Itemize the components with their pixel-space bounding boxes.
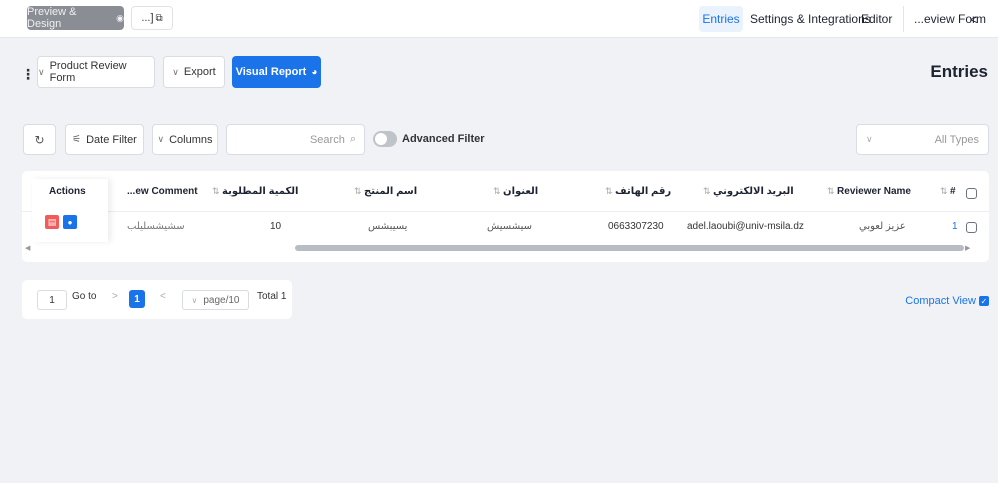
column-header-actions: Actions <box>49 186 86 197</box>
export-button[interactable]: ∨ Export <box>163 56 225 88</box>
form-selector-label: Product Review Form <box>49 60 127 84</box>
visual-report-label: Visual Report <box>235 66 307 78</box>
sort-icon: ⇅ <box>212 186 223 196</box>
columns-label: Columns <box>169 133 213 146</box>
refresh-button[interactable]: ↻ <box>23 124 56 155</box>
search-icon: ⌕ <box>349 133 356 145</box>
copy-icon: ⧉ <box>155 12 163 24</box>
scrollbar-thumb[interactable] <box>295 245 964 251</box>
copy-shortcode-button[interactable]: ...] ⧉ <box>131 6 173 30</box>
next-page-icon[interactable]: > <box>112 291 118 302</box>
total-count: Total 1 <box>257 291 287 302</box>
scroll-right-arrow-icon[interactable]: ▶ <box>965 244 970 252</box>
scroll-left-arrow-icon[interactable]: ◀ <box>25 244 30 252</box>
entries-table: ...ew Comment ⇅ الكمية المطلوبة ⇅ اسم ال… <box>22 171 989 262</box>
tab-settings-integrations[interactable]: Settings & Integrations <box>750 6 871 32</box>
column-header-phone[interactable]: ⇅ رقم الهاتف <box>605 186 671 197</box>
compact-view-toggle[interactable]: Compact View ✓ <box>905 295 989 307</box>
sort-icon: ⇅ <box>940 186 951 196</box>
eye-icon: ◉ <box>116 12 124 23</box>
column-header-product[interactable]: ⇅ اسم المنتج <box>354 186 417 197</box>
check-icon: ✓ <box>979 296 989 306</box>
cell-product: يسيبشس <box>368 221 408 232</box>
view-entry-button[interactable]: ● <box>63 215 77 229</box>
date-filter-button[interactable]: ⚟ Date Filter <box>65 124 144 155</box>
back-chevron-icon[interactable]: < <box>970 6 978 32</box>
chevron-down-icon: ∨ <box>157 134 165 144</box>
column-header-id[interactable]: ⇅ # <box>940 186 956 197</box>
preview-design-label: Preview & Design <box>27 6 77 30</box>
cell-quantity: 10 <box>270 221 282 232</box>
preview-design-button[interactable]: Preview & Design ◉ <box>27 6 124 30</box>
nav-divider <box>903 6 904 32</box>
header-divider <box>22 211 989 212</box>
top-bar: Preview & Design ◉ ...] ⧉ Entries Settin… <box>0 0 998 38</box>
search-placeholder: Search <box>309 133 345 146</box>
column-header-email[interactable]: ⇅ البريد الالكتروني <box>703 186 794 197</box>
type-select-placeholder: All Types <box>934 133 979 146</box>
sort-icon: ⇅ <box>605 186 616 196</box>
advanced-filter-control: Advanced Filter <box>373 131 485 147</box>
actions-column: Actions ▤ ● <box>32 179 108 242</box>
cell-comment: سشيشسليلب <box>127 221 185 232</box>
select-all-checkbox[interactable] <box>966 188 977 199</box>
chevron-down-icon: ∨ <box>191 295 198 305</box>
column-header-comment[interactable]: ...ew Comment <box>127 186 198 197</box>
chevron-down-icon: ∨ <box>866 134 873 144</box>
sort-icon: ⇅ <box>703 186 714 196</box>
delete-entry-button[interactable]: ▤ <box>45 215 59 229</box>
chevron-down-icon: ∨ <box>172 66 179 77</box>
cell-phone: 0663307230 <box>608 221 664 232</box>
pie-chart-icon: ◕ <box>311 66 318 78</box>
chevron-down-icon: ∨ <box>38 66 45 77</box>
more-options-icon[interactable]: ⋮ <box>21 66 35 83</box>
export-label: Export <box>183 66 216 78</box>
search-input[interactable]: Search ⌕ <box>226 124 365 155</box>
column-header-address[interactable]: ⇅ العنوان <box>493 186 538 197</box>
trash-icon: ▤ <box>47 216 57 227</box>
cell-email: adel.laoubi@univ-msila.dz <box>687 221 804 232</box>
cell-reviewer: عزيز لعوبي <box>859 221 906 232</box>
advanced-filter-label: Advanced Filter <box>402 133 485 145</box>
cell-address: سيشسيش <box>487 221 533 232</box>
advanced-filter-toggle[interactable] <box>373 131 397 147</box>
page-title: Entries <box>930 62 988 81</box>
column-header-quantity[interactable]: ⇅ الكمية المطلوبة <box>212 186 298 197</box>
copy-shortcode-label: ...] <box>141 12 154 24</box>
date-filter-label: Date Filter <box>86 133 137 146</box>
sort-icon: ⇅ <box>354 186 365 196</box>
columns-button[interactable]: ∨ Columns <box>152 124 218 155</box>
page-size-label: page/10 <box>203 294 240 306</box>
page-number-current[interactable]: 1 <box>129 290 145 308</box>
refresh-icon: ↻ <box>34 132 45 147</box>
form-selector-button[interactable]: ∨ Product Review Form <box>37 56 155 88</box>
eye-icon: ● <box>67 217 73 227</box>
tab-editor[interactable]: Editor <box>861 6 892 32</box>
filter-icon: ⚟ <box>72 134 82 145</box>
goto-page-input[interactable]: 1 <box>37 290 67 310</box>
visual-report-button[interactable]: Visual Report ◕ <box>232 56 321 88</box>
row-checkbox[interactable] <box>966 222 977 233</box>
tab-entries[interactable]: Entries <box>699 6 743 32</box>
type-select[interactable]: ∨ All Types <box>856 124 989 155</box>
sort-icon: ⇅ <box>493 186 504 196</box>
pagination: 1 Go to > 1 < ∨ page/10 Total 1 <box>22 280 292 319</box>
goto-label: Go to <box>72 291 97 302</box>
prev-page-icon[interactable]: < <box>160 291 166 302</box>
page-size-select[interactable]: ∨ page/10 <box>182 290 249 310</box>
column-header-reviewer[interactable]: ⇅ Reviewer Name <box>827 186 911 197</box>
sort-icon: ⇅ <box>827 186 838 196</box>
compact-view-label: Compact View <box>905 295 976 307</box>
cell-id-link[interactable]: 1 <box>952 221 958 232</box>
